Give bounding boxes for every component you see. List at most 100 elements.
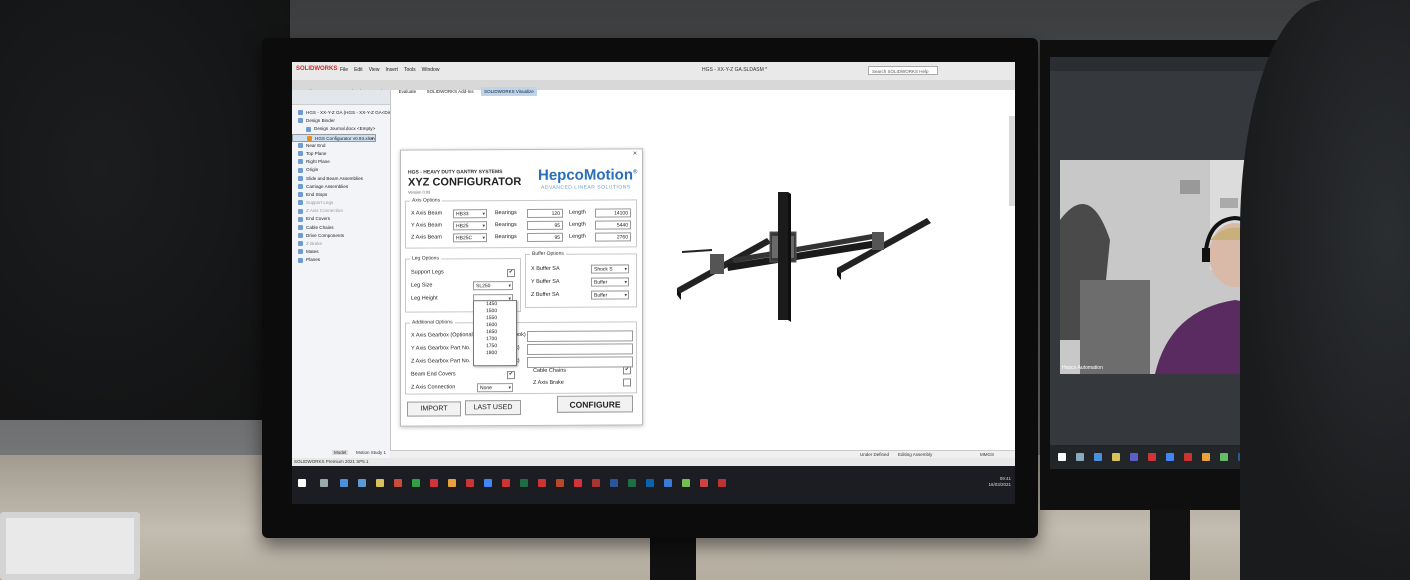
excel-icon[interactable] [520,479,528,487]
app-icon[interactable] [394,479,402,487]
x-buffer-select[interactable]: Shock S [591,264,629,274]
support-legs-checkbox[interactable]: ✔ [507,269,515,278]
tab-visualize[interactable]: SOLIDWORKS Visualize [481,87,537,96]
app-icon[interactable] [574,479,582,487]
z-axis-brake-label: Z Axis Brake [533,379,564,386]
tree-item[interactable]: Right Plane [292,158,390,166]
menu-insert[interactable]: Insert [385,67,398,73]
y-bearings-input[interactable]: 95 [527,220,563,230]
tree-item[interactable]: End Stops [292,191,390,199]
y-length-input[interactable]: 5440 [595,220,631,230]
tree-item[interactable]: Mates [292,248,390,256]
tree-item[interactable]: Design Binder [292,117,390,125]
beam-end-covers-checkbox[interactable]: ✔ [507,371,515,380]
app-icon[interactable] [646,479,654,487]
y-gearbox-input[interactable] [527,343,633,355]
z-length-input[interactable]: 2760 [595,232,631,242]
tree-item-icon [298,159,303,165]
tree-item[interactable]: HGS - XX-Y-Z GA (HGS - XX-Y-Z GA<Disp [292,109,390,117]
start-icon[interactable] [1058,453,1066,461]
help-search-input[interactable]: Search SOLIDWORKS Help [868,66,938,75]
y-buffer-select[interactable]: Buffer [591,277,629,287]
pdf-icon[interactable] [466,479,474,487]
menu-tools[interactable]: Tools [404,67,416,73]
tab-model[interactable]: Model [332,450,349,455]
tree-item-label: Carriage Assemblies [306,183,349,189]
app-icon[interactable] [718,479,726,487]
tree-item[interactable]: Design Journal.docx <Empty> [292,125,390,133]
z-connection-select[interactable]: None [477,383,513,393]
tree-item[interactable]: Slide and Beam Assemblies [292,175,390,183]
tab-motion-study[interactable]: Motion Study 1 [354,450,388,455]
tree-item-label: Z Brake [306,241,323,246]
tree-item[interactable]: Z Brake [292,240,390,248]
list-item[interactable]: 1800 [474,350,516,357]
cable-chains-checkbox[interactable]: ✔ [623,366,631,375]
x-bearings-input[interactable]: 120 [527,208,563,218]
app-icon[interactable] [358,479,366,487]
app-icon[interactable] [592,479,600,487]
z-buffer-select[interactable]: Buffer [591,290,629,300]
task-pane-strip[interactable] [1009,116,1015,206]
close-icon[interactable]: × [633,150,637,157]
tree-item[interactable]: Carriage Assemblies [292,183,390,191]
tree-item[interactable]: Drive Components [292,232,390,240]
z-axis-brake-checkbox[interactable] [623,378,631,387]
y-axis-beam-select[interactable]: HB25 [453,221,487,231]
chrome-icon[interactable] [1166,453,1174,461]
tree-item[interactable]: Near End [292,142,390,150]
app-icon[interactable] [448,479,456,487]
app-icon[interactable] [1148,453,1156,461]
z-bearings-input[interactable]: 95 [527,232,563,242]
tab-evaluate[interactable]: Evaluate [396,87,420,96]
word-icon[interactable] [610,479,618,487]
app-icon[interactable] [340,479,348,487]
pdf-icon[interactable] [502,479,510,487]
folder-icon[interactable] [376,479,384,487]
menu-edit[interactable]: Edit [354,67,363,73]
pdf-icon[interactable] [1184,453,1192,461]
app-icon[interactable] [538,479,546,487]
app-icon[interactable] [682,479,690,487]
leg-size-select[interactable]: SL250 [473,281,513,291]
app-icon[interactable] [664,479,672,487]
excel-icon[interactable] [628,479,636,487]
x-gearbox-input[interactable] [527,330,633,342]
app-icon[interactable] [1220,453,1228,461]
menu-file[interactable]: File [340,67,348,73]
import-button[interactable]: IMPORT [407,401,461,417]
search-icon[interactable] [1076,453,1084,461]
gantry-3d-model[interactable] [672,192,932,342]
last-used-button[interactable]: LAST USED [465,400,521,416]
teams-icon[interactable] [1130,453,1138,461]
tree-item[interactable]: Cable Chains [292,224,390,232]
x-axis-beam-select[interactable]: HB33 [453,209,487,219]
clock[interactable]: 09:41 16/03/2021 [988,476,1011,488]
tree-item[interactable]: Top Plane [292,150,390,158]
solidworks-icon[interactable] [430,479,438,487]
app-icon[interactable] [1094,453,1102,461]
tree-item[interactable]: Planes [292,256,390,264]
configure-button[interactable]: CONFIGURE [557,395,633,413]
x-length-input[interactable]: 14100 [595,208,631,218]
powerpoint-icon[interactable] [556,479,564,487]
tree-item[interactable]: HGS Configurator v0.93.xlsm [292,133,376,142]
chrome-icon[interactable] [484,479,492,487]
tree-item[interactable]: End Covers [292,215,390,223]
tree-item[interactable]: Origin [292,166,390,174]
app-icon[interactable] [1202,453,1210,461]
start-icon[interactable] [298,479,306,487]
z-axis-beam-select[interactable]: HB25C [453,233,487,243]
menu-view[interactable]: View [369,67,380,73]
z-gearbox-input[interactable] [527,356,633,368]
leg-height-dropdown-list[interactable]: 1450 1500 1550 1600 1650 1700 1750 1800 [473,300,517,367]
app-icon[interactable] [412,479,420,487]
app-icon[interactable] [700,479,708,487]
tree-item[interactable]: Support Legs [292,199,390,207]
tab-addins[interactable]: SOLIDWORKS Add-Ins [424,87,477,96]
menu-window[interactable]: Window [422,67,440,73]
tree-item[interactable]: Z Axis Connection [292,207,390,215]
search-icon[interactable] [320,479,328,487]
status-units[interactable]: MMGS [980,452,994,457]
folder-icon[interactable] [1112,453,1120,461]
